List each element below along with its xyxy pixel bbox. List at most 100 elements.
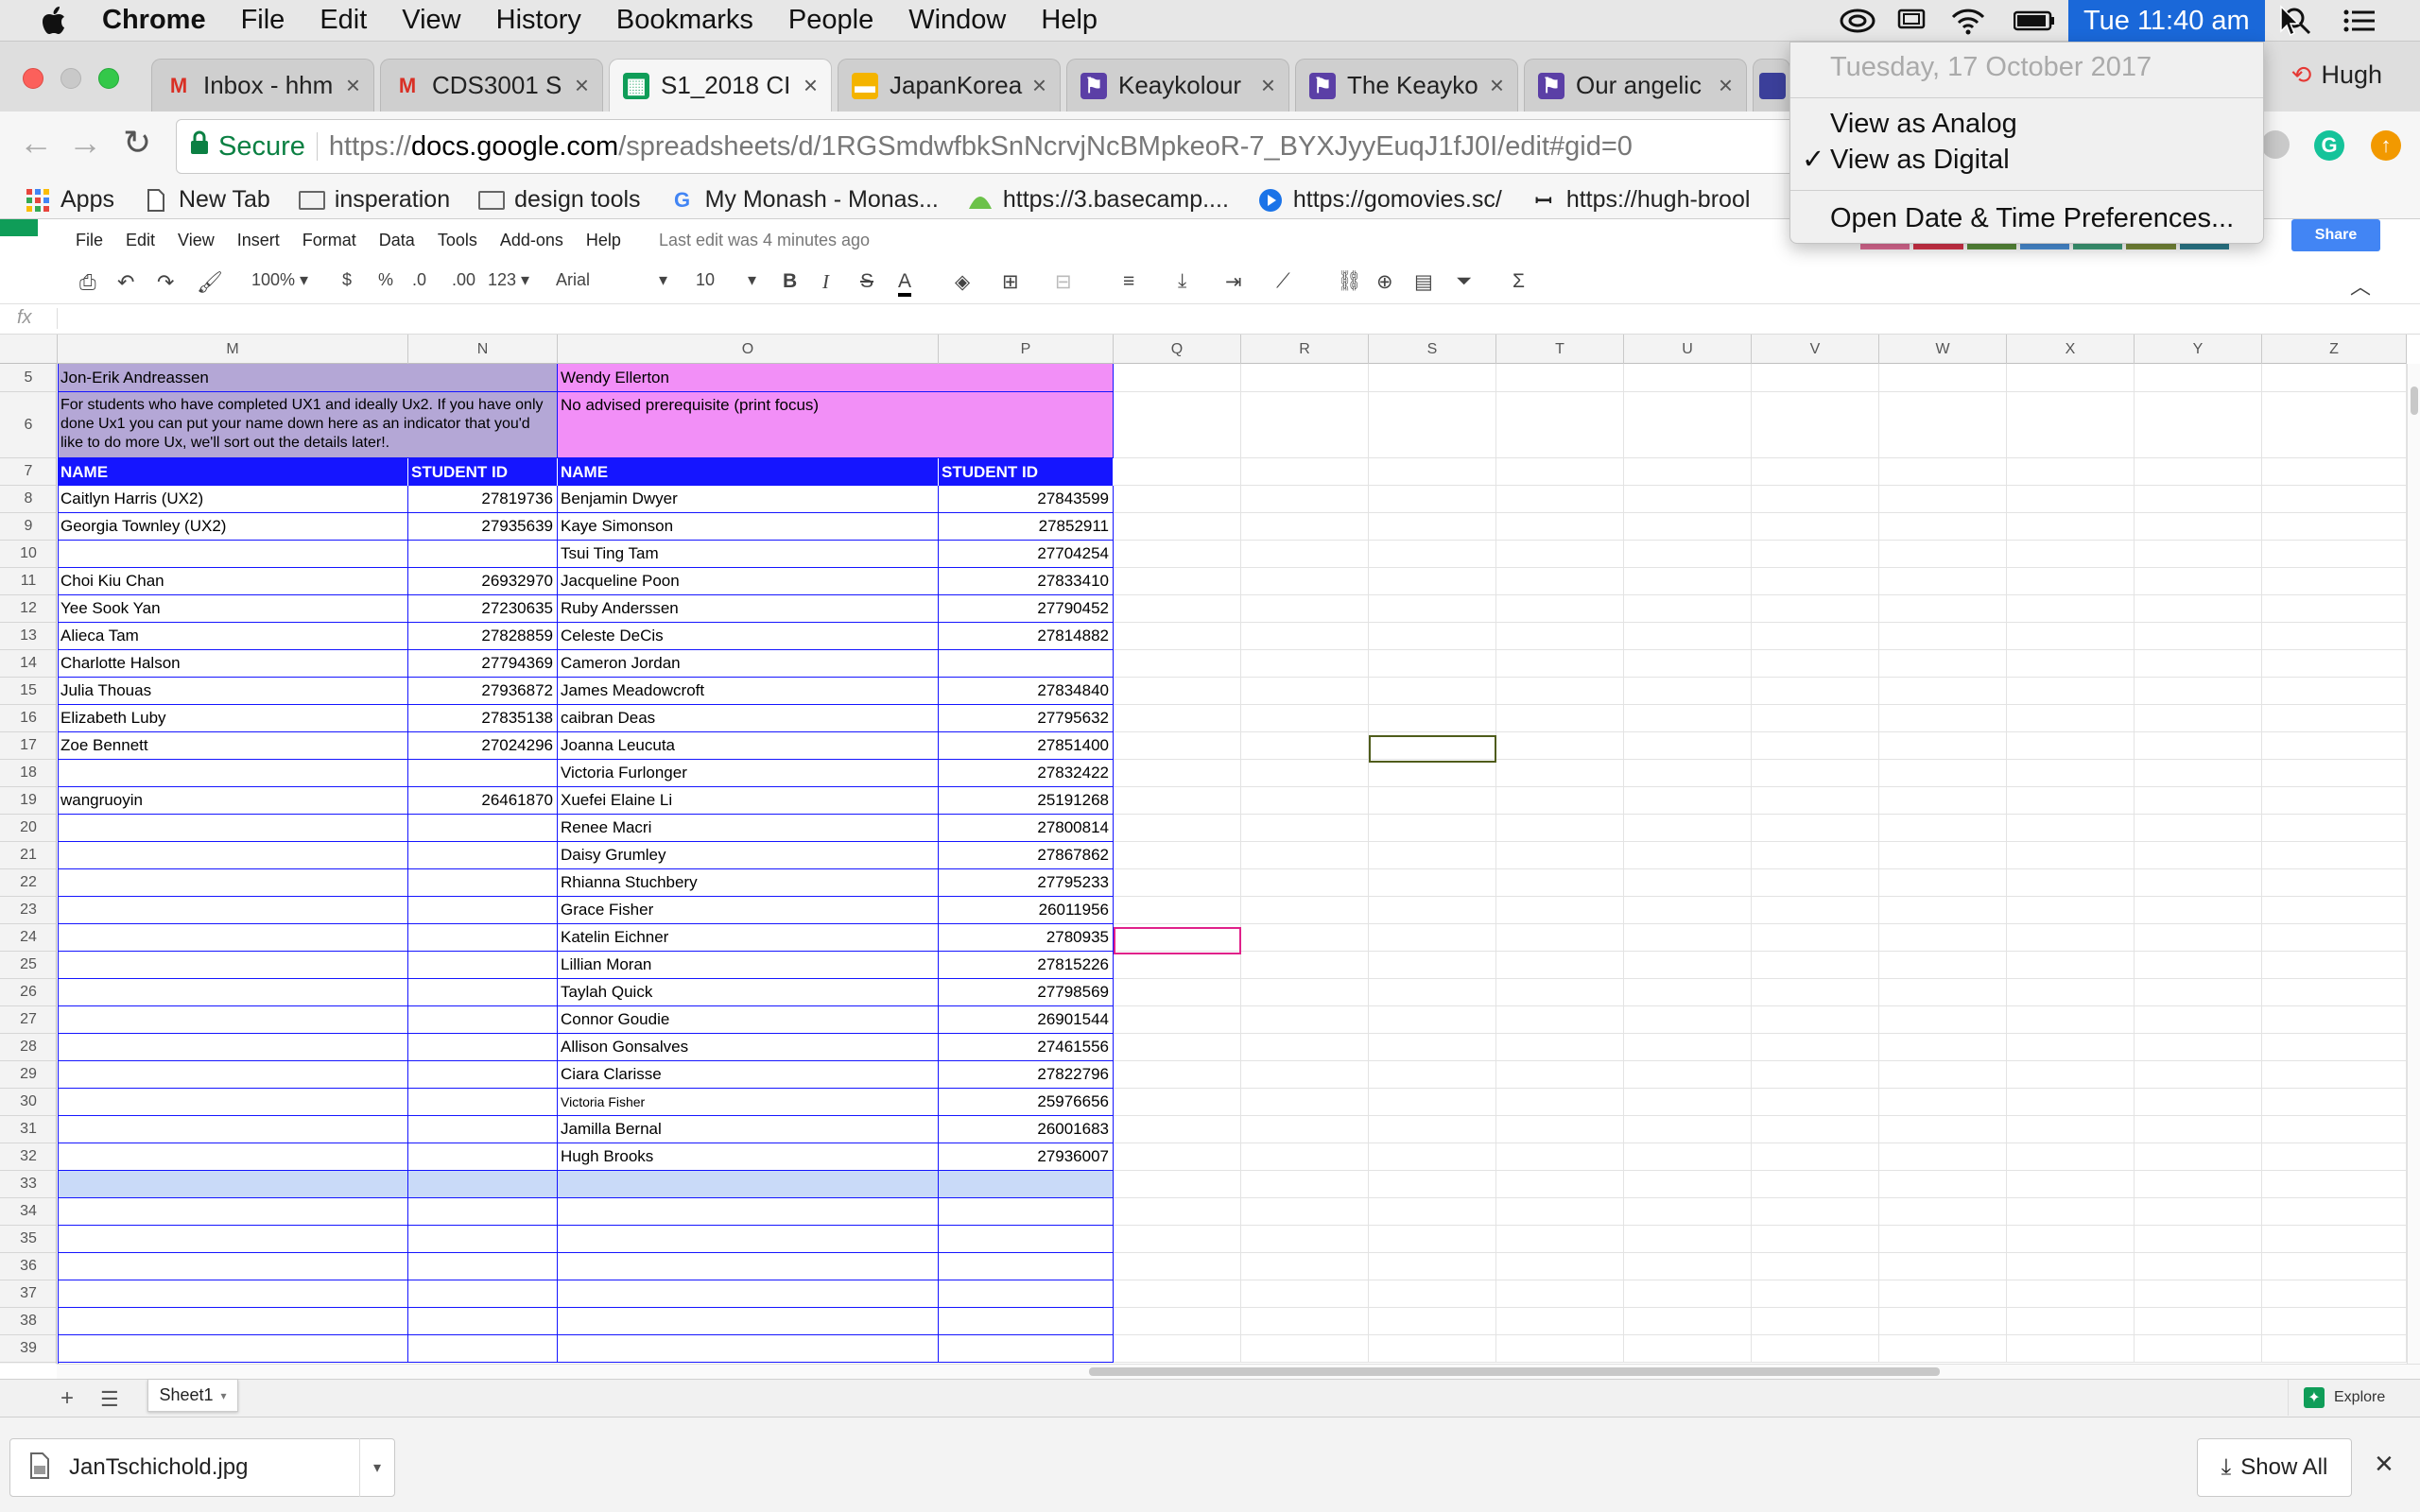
student-name-cell[interactable]: Jamilla Bernal [558,1116,939,1143]
student-name-cell[interactable] [58,760,408,787]
empty-cell[interactable] [1879,364,2007,392]
empty-cell[interactable] [1496,1143,1624,1171]
student-id-cell[interactable]: 27834840 [939,678,1114,705]
empty-cell[interactable] [558,1335,939,1363]
empty-cell[interactable] [1114,1226,1241,1253]
student-id-cell[interactable]: 27867862 [939,842,1114,869]
empty-cell[interactable] [2007,595,2135,623]
empty-cell[interactable] [2262,623,2407,650]
empty-cell[interactable] [2135,595,2262,623]
empty-cell[interactable] [2135,705,2262,732]
empty-cell[interactable] [1369,1171,1496,1198]
empty-cell[interactable] [1624,787,1752,815]
empty-cell[interactable] [1496,1308,1624,1335]
tab-our-angelic[interactable]: ⚑ Our angelic × [1524,59,1747,112]
student-name-cell[interactable]: Tsui Ting Tam [558,541,939,568]
empty-cell[interactable] [408,1198,558,1226]
empty-cell[interactable] [1496,732,1624,760]
empty-cell[interactable] [1879,1226,2007,1253]
student-id-cell[interactable] [408,897,558,924]
row-header-13[interactable]: 13 [0,623,56,650]
cell-m7-name-header[interactable]: NAME [58,458,408,486]
empty-cell[interactable] [1241,678,1369,705]
empty-cell[interactable] [1752,897,1879,924]
empty-cell[interactable] [1879,1061,2007,1089]
empty-cell[interactable] [1369,1198,1496,1226]
student-id-cell[interactable] [408,1006,558,1034]
sheets-logo-icon[interactable] [0,219,38,236]
student-id-cell[interactable]: 27814882 [939,623,1114,650]
student-name-cell[interactable]: wangruoyin [58,787,408,815]
empty-cell[interactable] [1752,1089,1879,1116]
student-name-cell[interactable]: Taylah Quick [558,979,939,1006]
wifi-icon[interactable] [1947,0,1989,42]
empty-cell[interactable] [2007,705,2135,732]
empty-cell[interactable] [1114,568,1241,595]
student-id-cell[interactable]: 27851400 [939,732,1114,760]
cell-m5-instructor[interactable]: Jon-Erik Andreassen [58,364,558,392]
empty-cell[interactable] [1752,1034,1879,1061]
empty-cell[interactable] [1879,1253,2007,1280]
all-sheets-list-icon[interactable]: ☰ [100,1387,119,1412]
empty-cell[interactable] [2007,513,2135,541]
empty-cell[interactable] [58,1308,408,1335]
empty-cell[interactable] [1624,458,1752,486]
empty-cell[interactable] [1752,1061,1879,1089]
empty-cell[interactable] [1369,1226,1496,1253]
empty-cell[interactable] [2262,1280,2407,1308]
empty-cell[interactable] [1496,1171,1624,1198]
empty-cell[interactable] [2135,541,2262,568]
empty-cell[interactable] [2135,1280,2262,1308]
empty-cell[interactable] [1752,952,1879,979]
empty-cell[interactable] [1752,458,1879,486]
empty-cell[interactable] [1879,595,2007,623]
empty-cell[interactable] [939,1226,1114,1253]
collaborator-cursor-cell-q24[interactable] [1114,927,1241,954]
empty-cell[interactable] [1624,1253,1752,1280]
empty-cell[interactable] [2262,732,2407,760]
empty-cell[interactable] [2135,1089,2262,1116]
student-id-cell[interactable] [408,815,558,842]
menu-help[interactable]: Help [1041,5,1098,36]
empty-cell[interactable] [1369,1061,1496,1089]
empty-cell[interactable] [1241,458,1369,486]
student-id-cell[interactable] [408,1143,558,1171]
student-id-cell[interactable]: 27828859 [408,623,558,650]
empty-cell[interactable] [2135,1034,2262,1061]
empty-cell[interactable] [1369,1280,1496,1308]
empty-cell[interactable] [1624,897,1752,924]
empty-cell[interactable] [1241,787,1369,815]
empty-cell[interactable] [1496,568,1624,595]
empty-cell[interactable] [2007,924,2135,952]
student-name-cell[interactable]: Ruby Anderssen [558,595,939,623]
tab-s1-2018[interactable]: ▦ S1_2018 CI × [609,59,832,112]
battery-icon[interactable] [2012,0,2057,42]
empty-cell[interactable] [2007,1253,2135,1280]
bookmark-my-monash[interactable]: G My Monash - Monas... [669,186,939,214]
empty-cell[interactable] [1879,952,2007,979]
empty-cell[interactable] [2007,787,2135,815]
empty-cell[interactable] [1624,952,1752,979]
empty-cell[interactable] [1879,513,2007,541]
student-name-cell[interactable]: Choi Kiu Chan [58,568,408,595]
vertical-scrollbar[interactable] [2407,364,2420,1364]
empty-cell[interactable] [1369,1116,1496,1143]
empty-cell[interactable] [1752,623,1879,650]
student-name-cell[interactable] [58,1034,408,1061]
empty-cell[interactable] [2262,705,2407,732]
empty-cell[interactable] [408,1226,558,1253]
row-header-9[interactable]: 9 [0,513,56,541]
empty-cell[interactable] [1114,595,1241,623]
empty-cell[interactable] [1624,1226,1752,1253]
student-name-cell[interactable]: Connor Goudie [558,1006,939,1034]
vertical-align-icon[interactable]: ⤓ [1178,270,1186,293]
empty-cell[interactable] [1752,513,1879,541]
empty-cell[interactable] [2262,650,2407,678]
empty-cell[interactable] [1879,486,2007,513]
empty-cell[interactable] [1879,1308,2007,1335]
bold-button[interactable]: B [783,270,797,293]
empty-cell[interactable] [1879,924,2007,952]
empty-cell[interactable] [1496,760,1624,787]
student-id-cell[interactable]: 26901544 [939,1006,1114,1034]
empty-cell[interactable] [1879,392,2007,458]
